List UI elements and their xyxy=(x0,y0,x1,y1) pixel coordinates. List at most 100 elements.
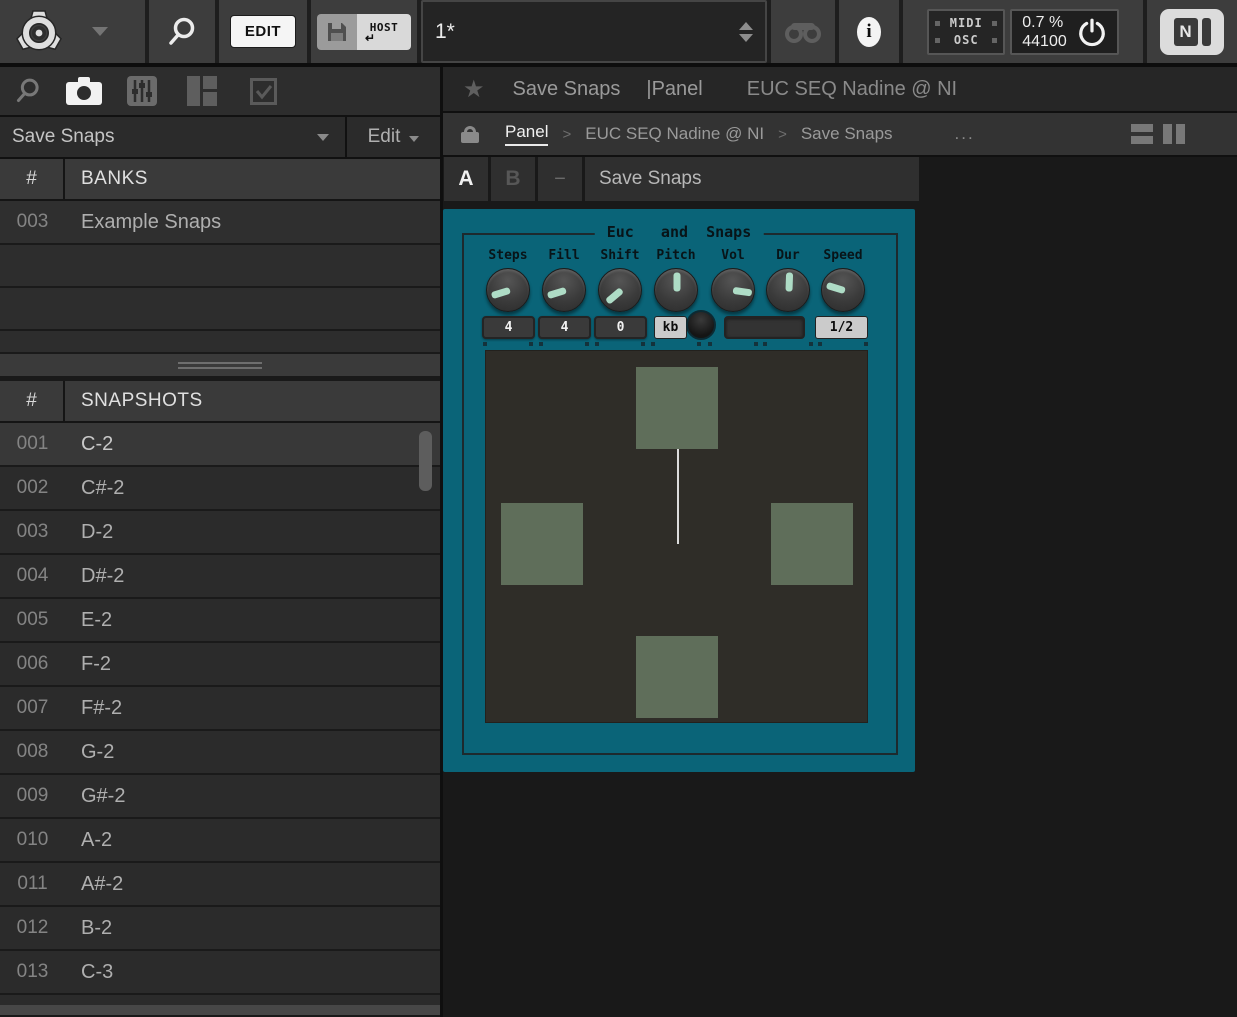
instrument-tab[interactable]: Save Snaps xyxy=(585,157,919,201)
step-square[interactable] xyxy=(636,636,718,718)
snapshot-row[interactable]: 006 F-2 xyxy=(0,643,440,687)
snapshot-row[interactable]: 004 D#-2 xyxy=(0,555,440,599)
pitch-kb-toggle[interactable]: kb xyxy=(654,316,687,339)
banks-number-header: # xyxy=(0,159,65,199)
knob-col-speed: Speed xyxy=(815,248,871,312)
snapshot-row[interactable]: 001 C-2 xyxy=(0,423,440,467)
toolbar-search-button[interactable] xyxy=(149,0,215,63)
sidebar-search-tab[interactable] xyxy=(0,77,56,105)
snapshot-row[interactable]: 010 A-2 xyxy=(0,819,440,863)
pane-resize-handle[interactable] xyxy=(0,354,440,376)
sidebar-panelsets-tab[interactable] xyxy=(172,76,232,106)
snapshot-select-field[interactable]: 1* xyxy=(421,0,767,63)
speed-knob[interactable] xyxy=(821,268,865,312)
sliders-icon xyxy=(127,76,157,106)
snapshot-row[interactable]: 009 G#-2 xyxy=(0,775,440,819)
snapshot-bank-selector[interactable]: Save Snaps xyxy=(12,126,317,148)
bank-empty-slot[interactable] xyxy=(0,331,440,354)
steps-knob[interactable] xyxy=(486,268,530,312)
ni-logo-icon[interactable]: N xyxy=(1160,9,1224,55)
snapshot-name: G#-2 xyxy=(65,785,440,808)
lock-icon[interactable] xyxy=(461,126,479,143)
view-a-tab[interactable]: A xyxy=(444,157,488,201)
edit-menu-label: Edit xyxy=(368,126,401,148)
top-toolbar: EDIT HOST ↵ 1* xyxy=(0,0,1237,63)
snapshot-row[interactable]: 012 B-2 xyxy=(0,907,440,951)
bank-empty-slot[interactable] xyxy=(0,245,440,288)
breadcrumb-panel[interactable]: Panel xyxy=(505,122,548,146)
breadcrumb-ensemble[interactable]: EUC SEQ Nadine @ NI xyxy=(585,124,764,144)
osc-in-led xyxy=(935,38,940,43)
fill-value[interactable]: 4 xyxy=(538,316,591,339)
power-icon[interactable] xyxy=(1077,17,1107,47)
bank-number: 003 xyxy=(0,211,65,233)
view-b-tab[interactable]: B xyxy=(491,157,535,201)
reaktor-logo-icon[interactable] xyxy=(16,8,62,56)
knob-col-fill: Fill xyxy=(536,248,592,312)
sidebar-snapshots-tab[interactable] xyxy=(56,76,112,106)
snapshot-number: 007 xyxy=(0,697,65,719)
snapshot-row[interactable]: 014 C#-3 xyxy=(0,995,440,1005)
knob-max-dot xyxy=(529,342,533,346)
snapshot-row[interactable]: 007 F#-2 xyxy=(0,687,440,731)
step-square[interactable] xyxy=(501,503,583,585)
bank-row[interactable]: 003 Example Snaps xyxy=(0,201,440,245)
minimize-tab[interactable]: − xyxy=(538,157,582,201)
snapshots-scrollbar-thumb[interactable] xyxy=(419,431,432,491)
app-menu-caret-down-icon[interactable] xyxy=(92,27,108,36)
snapshot-row[interactable]: 013 C-3 xyxy=(0,951,440,995)
snapshot-row[interactable]: 003 D-2 xyxy=(0,511,440,555)
knob-max-dot xyxy=(754,342,758,346)
knob-max-dot xyxy=(864,342,868,346)
step-square[interactable] xyxy=(636,367,718,449)
step-square[interactable] xyxy=(771,503,853,585)
snapshot-row[interactable]: 002 C#-2 xyxy=(0,467,440,511)
star-icon[interactable]: ★ xyxy=(463,75,485,104)
snapshot-row[interactable]: 011 A#-2 xyxy=(0,863,440,907)
shift-knob[interactable] xyxy=(598,268,642,312)
vol-slider[interactable] xyxy=(724,316,805,339)
debug-view-button[interactable] xyxy=(771,0,835,63)
sidebar-properties-tab[interactable] xyxy=(112,76,172,106)
knob-label: Fill xyxy=(536,248,592,264)
xy-pad[interactable] xyxy=(485,350,868,723)
snapshot-name: A#-2 xyxy=(65,873,440,896)
knob-min-dot xyxy=(483,342,487,346)
breadcrumb-leaf[interactable]: Save Snaps xyxy=(801,124,893,144)
edit-button[interactable]: EDIT xyxy=(230,15,296,48)
vol-knob[interactable] xyxy=(711,268,755,312)
breadcrumb-more[interactable]: ... xyxy=(955,124,975,144)
snapshot-number: 010 xyxy=(0,829,65,851)
dur-knob[interactable] xyxy=(766,268,810,312)
layout-icon xyxy=(187,76,217,106)
info-button[interactable]: i xyxy=(839,0,899,63)
horizontal-split-icon[interactable] xyxy=(1131,124,1153,144)
sidebar-checklist-tab[interactable] xyxy=(232,78,294,105)
bank-empty-slot[interactable] xyxy=(0,288,440,331)
snapshot-row[interactable]: 008 G-2 xyxy=(0,731,440,775)
knob-min-dot xyxy=(539,342,543,346)
snapshot-number: 006 xyxy=(0,653,65,675)
selector-caret-down-icon[interactable] xyxy=(317,134,329,141)
snapshot-row[interactable]: 005 E-2 xyxy=(0,599,440,643)
fill-knob[interactable] xyxy=(542,268,586,312)
knob-label: Speed xyxy=(815,248,871,264)
steps-value[interactable]: 4 xyxy=(482,316,535,339)
snapshots-header: # SNAPSHOTS xyxy=(0,381,440,423)
spinner-up-icon[interactable] xyxy=(739,22,753,30)
host-button[interactable]: HOST ↵ xyxy=(357,14,411,50)
knob-max-dot xyxy=(585,342,589,346)
grip-icon xyxy=(178,362,262,369)
vertical-split-icon[interactable] xyxy=(1163,124,1185,144)
ensemble-title: EUC SEQ Nadine @ NI xyxy=(747,78,957,101)
snapshot-edit-menu[interactable]: Edit xyxy=(347,126,440,148)
pitch-round-button[interactable] xyxy=(686,310,716,340)
spinner-down-icon[interactable] xyxy=(739,34,753,42)
snapshot-name: E-2 xyxy=(65,609,440,632)
snapshot-spinner[interactable] xyxy=(739,22,753,42)
knob-min-dot xyxy=(763,342,767,346)
speed-value[interactable]: 1/2 xyxy=(815,316,868,339)
save-button[interactable] xyxy=(317,14,357,50)
pitch-knob[interactable] xyxy=(654,268,698,312)
shift-value[interactable]: 0 xyxy=(594,316,647,339)
